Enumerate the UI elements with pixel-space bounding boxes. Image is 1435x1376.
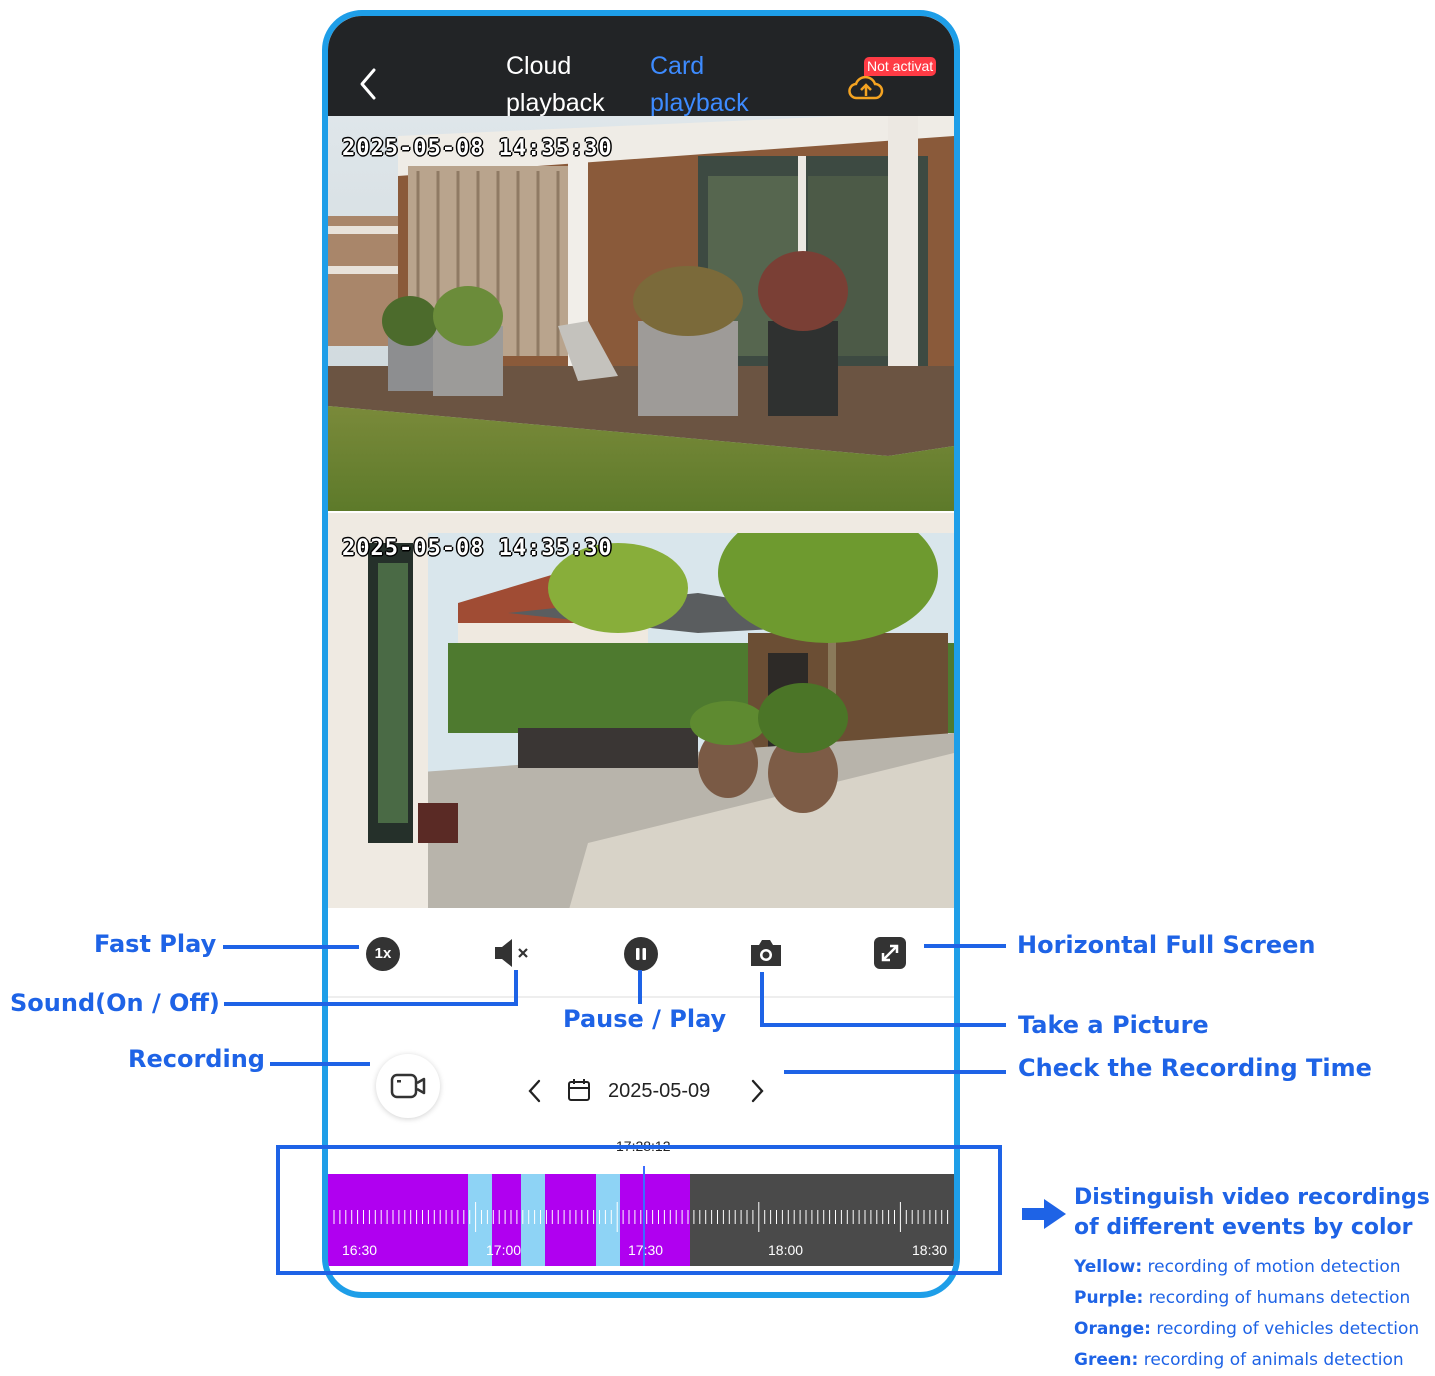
pause-play-annotation: Pause / Play	[563, 1005, 727, 1033]
cloud-upload-icon[interactable]	[848, 72, 884, 102]
legend-yellow-label: Yellow:	[1074, 1257, 1143, 1277]
tab-card-playback[interactable]: Card playback	[650, 48, 749, 122]
not-activated-badge: Not activat	[864, 57, 937, 76]
check-time-pointer	[784, 1070, 1006, 1074]
arrow-right-icon	[1022, 1198, 1068, 1230]
take-picture-annotation: Take a Picture	[1018, 1011, 1209, 1039]
video-feed-2[interactable]: 2025-05-08 14:35:30	[328, 513, 954, 908]
chevron-left-icon[interactable]	[356, 66, 382, 102]
legend-green-label: Green:	[1074, 1350, 1139, 1370]
legend-yellow-text: recording of motion detection	[1147, 1257, 1401, 1277]
legend-purple-text: recording of humans detection	[1148, 1288, 1411, 1308]
video-camera-icon	[390, 1072, 426, 1100]
pause-pointer	[638, 970, 642, 1004]
legend-orange-label: Orange:	[1074, 1319, 1151, 1339]
legend-orange-text: recording of vehicles detection	[1156, 1319, 1420, 1339]
date-prev-icon[interactable]	[526, 1078, 544, 1104]
take-picture-pointer-h	[760, 1023, 1006, 1027]
date-next-icon[interactable]	[748, 1078, 766, 1104]
recording-pointer	[270, 1062, 370, 1066]
legend-orange: Orange: recording of vehicles detection	[1074, 1314, 1419, 1345]
fast-play-pointer	[223, 945, 359, 949]
distinguish-line-1: Distinguish video recordings	[1074, 1185, 1430, 1210]
check-time-annotation: Check the Recording Time	[1018, 1054, 1372, 1082]
video-feed-1[interactable]: 2025-05-08 14:35:30	[328, 116, 954, 511]
timeline-highlight-box	[276, 1145, 1002, 1275]
speed-button[interactable]: 1x	[366, 937, 400, 971]
sound-annotation: Sound(On / Off)	[10, 989, 220, 1017]
video-1-timestamp: 2025-05-08 14:35:30	[342, 136, 613, 161]
record-button[interactable]	[376, 1054, 440, 1118]
sound-pointer-h	[224, 1002, 518, 1006]
fast-play-annotation: Fast Play	[94, 930, 217, 958]
tab-cloud-line1: Cloud	[506, 52, 572, 80]
fullscreen-pointer	[924, 944, 1006, 948]
recording-annotation: Recording	[128, 1045, 265, 1073]
take-picture-pointer-v	[760, 972, 764, 1027]
legend-purple: Purple: recording of humans detection	[1074, 1283, 1419, 1314]
top-bar: Cloud playback Card playback Not activat	[328, 16, 954, 117]
legend-green: Green: recording of animals detection	[1074, 1345, 1419, 1376]
tab-card-line1: Card	[650, 52, 705, 80]
expand-icon[interactable]	[873, 936, 907, 970]
sound-pointer-v	[514, 970, 518, 1006]
legend-yellow: Yellow: recording of motion detection	[1074, 1252, 1419, 1283]
pause-icon[interactable]	[624, 937, 658, 971]
camera-icon[interactable]	[748, 937, 784, 969]
calendar-icon[interactable]	[566, 1077, 592, 1103]
distinguish-annotation: Distinguish video recordings of differen…	[1074, 1183, 1430, 1243]
color-legend: Yellow: recording of motion detection Pu…	[1074, 1252, 1419, 1376]
phone-frame: Cloud playback Card playback Not activat	[322, 10, 960, 1298]
tab-cloud-playback[interactable]: Cloud playback	[506, 48, 605, 122]
video-2-timestamp: 2025-05-08 14:35:30	[342, 536, 613, 561]
current-date[interactable]: 2025-05-09	[608, 1080, 710, 1103]
legend-green-text: recording of animals detection	[1143, 1350, 1404, 1370]
fullscreen-annotation: Horizontal Full Screen	[1017, 931, 1316, 959]
speaker-mute-icon[interactable]	[492, 936, 532, 970]
legend-purple-label: Purple:	[1074, 1288, 1144, 1308]
distinguish-line-2: of different events by color	[1074, 1215, 1413, 1240]
